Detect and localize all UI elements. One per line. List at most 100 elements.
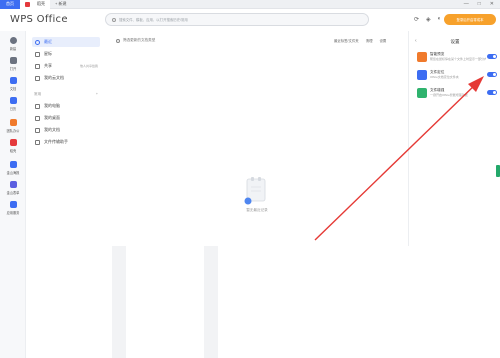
tool-settings-button[interactable]: 设置 [379, 38, 386, 43]
rail-item-team[interactable]: 团队办公 [0, 119, 26, 133]
wps-logo: WPS Office [10, 14, 68, 25]
rail-item-open[interactable]: 打开 [0, 57, 26, 71]
rail-label: 团队办公 [6, 129, 20, 133]
preview-toggle[interactable] [487, 54, 497, 59]
settings-panel: ‹ 设置 智能预览 帮您在鼠标停在某个文件上时显示一部分内容 文件定位 Offi… [408, 31, 500, 246]
nav-item-shared[interactable]: 共享 他人共享给我 [32, 61, 100, 71]
calendar-icon [9, 97, 17, 104]
sync-icon[interactable]: ⟳ [414, 16, 419, 23]
filter-icon [116, 38, 120, 43]
nav-item-desktop[interactable]: 我的桌面 [32, 113, 100, 123]
new-tab-label: + 新建 [55, 1, 67, 6]
tab-bar: 首页 稻壳 + 新建 — □ ✕ [0, 0, 500, 9]
cloud-icon [35, 75, 40, 81]
rail-label: 打开 [9, 67, 17, 71]
nav-item-recent[interactable]: 最近 [32, 37, 100, 47]
maximize-button[interactable]: □ [478, 1, 481, 7]
rail-item-calendar[interactable]: 日历 [0, 97, 26, 111]
minimize-button[interactable]: — [464, 1, 469, 7]
rail-label: 稻壳 [9, 149, 17, 153]
tool-folder-button[interactable]: 最近标签/文件夹 [334, 38, 359, 43]
folder-icon [35, 127, 40, 133]
docer-icon [25, 1, 30, 7]
file-nav: 最近 星标 共享 他人共享给我 我的云文档 常用 + 我的电脑 我的桌面 我的文… [26, 31, 104, 246]
divider [204, 246, 218, 358]
rail-item-form[interactable]: 金山表单 [0, 181, 26, 195]
left-rail: 新建 打开 文档 日历 团队办公 稻壳 金山海报 金山表单 应用服务 [0, 31, 26, 358]
setting-row-enhance: 文件增强 一键开启Office智能增强功能 [417, 87, 499, 101]
enhance-toggle[interactable] [487, 90, 497, 95]
poster-icon [9, 161, 17, 168]
document-icon [9, 77, 17, 84]
nav-item-transfer[interactable]: 文件传输助手 [32, 137, 100, 147]
setting-row-locate: 文件定位 Office文档定位文件夹 [417, 69, 499, 83]
apps-icon [9, 201, 17, 208]
team-icon [9, 119, 17, 126]
rail-item-poster[interactable]: 金山海报 [0, 161, 26, 175]
close-button[interactable]: ✕ [490, 1, 494, 7]
nav-section-common: 常用 + [34, 92, 98, 97]
folder-icon [9, 57, 17, 64]
rail-item-new[interactable]: 新建 [0, 37, 26, 51]
nav-extra: 他人共享给我 [79, 64, 98, 68]
nav-section-label: 常用 [34, 92, 42, 96]
search-input[interactable]: 搜索文件、模板、应用，以打开搜索历史/常用 [105, 13, 369, 26]
tab-home-label: 首页 [6, 1, 14, 6]
rail-label: 应用服务 [6, 211, 20, 215]
nav-section-add[interactable]: + [96, 92, 98, 97]
form-icon [9, 181, 17, 188]
rail-item-apps[interactable]: 应用服务 [0, 201, 26, 215]
filter-label: 筛选更新的文档类型 [123, 38, 156, 42]
share-icon [35, 63, 40, 69]
plus-icon [9, 37, 17, 44]
rail-label: 文档 [9, 87, 17, 91]
nav-item-starred[interactable]: 星标 [32, 49, 100, 59]
window-controls: — □ ✕ [464, 1, 500, 7]
nav-label: 我的电脑 [44, 103, 60, 108]
search-icon [112, 17, 116, 22]
shield-icon[interactable]: ◈ [426, 16, 431, 23]
desktop-icon [35, 115, 40, 121]
rail-label: 金山海报 [6, 171, 20, 175]
nav-item-computer[interactable]: 我的电脑 [32, 101, 100, 111]
rail-item-docer[interactable]: 稻壳 [0, 139, 26, 153]
side-float-tab[interactable] [496, 165, 500, 177]
divider [112, 246, 126, 358]
new-tab-button[interactable]: + 新建 [50, 0, 71, 9]
empty-state-icon [244, 177, 266, 205]
blank-area [26, 246, 500, 358]
tab-docer[interactable]: 稻壳 [20, 0, 50, 9]
header-icons: ⟳ ◈ ◐ [414, 16, 441, 23]
setting-desc: Office文档定位文件夹 [430, 75, 459, 79]
locate-toggle[interactable] [487, 72, 497, 77]
star-icon [35, 51, 40, 57]
setting-desc: 一键开启Office智能增强功能 [430, 93, 468, 97]
enhance-icon [417, 88, 427, 98]
nav-label: 我的桌面 [44, 115, 60, 120]
setting-desc: 帮您在鼠标停在某个文件上时显示一部分内容 [430, 57, 486, 61]
nav-label: 文件传输助手 [44, 139, 68, 144]
app-header: WPS Office 搜索文件、模板、应用，以打开搜索历史/常用 ⟳ ◈ ◐ 登… [0, 9, 500, 31]
setting-row-preview: 智能预览 帮您在鼠标停在某个文件上时显示一部分内容 [417, 51, 499, 65]
skin-icon[interactable]: ◐ [438, 16, 442, 23]
filter-dropdown[interactable]: 筛选更新的文档类型 [116, 38, 155, 43]
tool-clean-button[interactable]: 清理 [366, 38, 373, 43]
computer-icon [35, 103, 40, 109]
rail-label: 日历 [9, 107, 17, 111]
nav-item-cloud[interactable]: 我的云文档 [32, 73, 100, 83]
tab-home[interactable]: 首页 [0, 0, 20, 9]
clock-icon [35, 39, 40, 45]
rail-label: 金山表单 [6, 191, 20, 195]
preview-icon [417, 52, 427, 62]
wps-window: 首页 稻壳 + 新建 — □ ✕ WPS Office 搜索文件、模板、应用，以… [0, 0, 500, 358]
locate-icon [417, 70, 427, 80]
nav-label: 我的云文档 [44, 75, 64, 80]
tab-docer-label: 稻壳 [37, 1, 45, 6]
nav-item-documents[interactable]: 我的文档 [32, 125, 100, 135]
search-placeholder: 搜索文件、模板、应用，以打开搜索历史/常用 [119, 18, 188, 22]
upgrade-button[interactable]: 登录后开启零成本 [444, 14, 496, 25]
nav-label: 星标 [44, 51, 52, 56]
recent-files-area: 筛选更新的文档类型 最近标签/文件夹 清理 设置 暂无最近记录 [104, 31, 408, 246]
rail-item-docs[interactable]: 文档 [0, 77, 26, 91]
list-tools: 最近标签/文件夹 清理 设置 [334, 38, 386, 43]
